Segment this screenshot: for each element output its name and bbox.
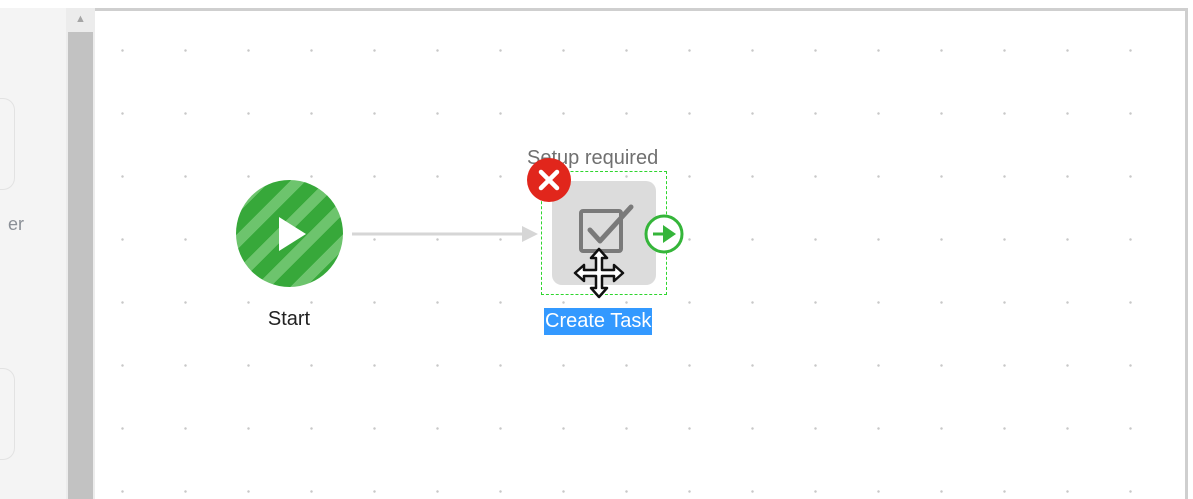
panel-tab-top[interactable] — [0, 98, 15, 190]
move-cursor-icon — [573, 247, 625, 299]
error-icon[interactable] — [525, 156, 573, 204]
output-port-icon[interactable] — [643, 213, 685, 255]
vertical-scrollbar[interactable]: ▲ — [66, 8, 95, 499]
create-task-label[interactable]: Create Task — [544, 308, 653, 335]
panel-tab-bottom[interactable] — [0, 368, 15, 460]
left-panel: er — [0, 8, 66, 499]
start-node[interactable] — [236, 180, 343, 287]
arrow-connector[interactable] — [352, 224, 542, 244]
left-panel-text: er — [8, 214, 25, 234]
scrollbar-thumb[interactable] — [68, 32, 93, 499]
play-icon — [278, 216, 306, 251]
scroll-up-arrow-icon[interactable]: ▲ — [66, 8, 95, 30]
start-node-label: Start — [267, 308, 311, 330]
